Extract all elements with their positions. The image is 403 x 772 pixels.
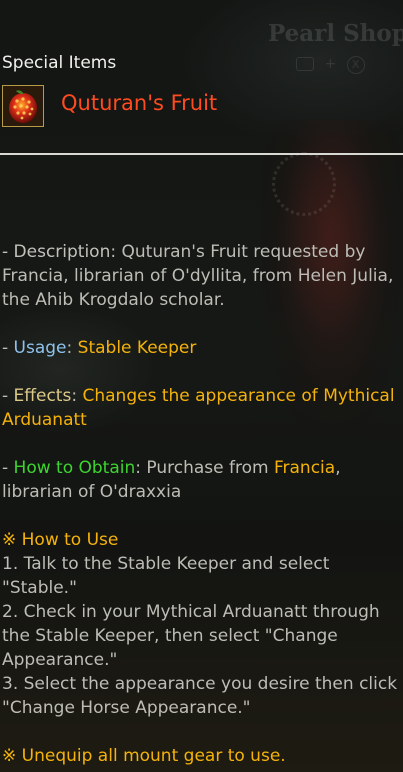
unequip-warning: ※ Unequip all mount gear to use. xyxy=(2,746,286,766)
header-divider xyxy=(0,153,403,155)
how-to-use-step: 1. Talk to the Stable Keeper and select … xyxy=(2,554,330,598)
fruit-graphic xyxy=(9,90,37,123)
effects-line: - Effects: Changes the appearance of Myt… xyxy=(2,384,400,432)
effects-sep: : xyxy=(71,386,83,406)
how-to-use-title: ※ How to Use xyxy=(2,530,119,550)
item-category: Special Items xyxy=(2,53,117,73)
tooltip-body: - Description: Quturan's Fruit requested… xyxy=(2,240,400,768)
description-line: - Description: Quturan's Fruit requested… xyxy=(2,240,400,312)
how-to-use-step: 2. Check in your Mythical Arduanatt thro… xyxy=(2,602,380,670)
red-fruit-icon xyxy=(2,85,44,127)
obtain-label: How to Obtain xyxy=(13,458,136,478)
effects-label: Effects xyxy=(13,386,72,406)
obtain-line: - How to Obtain: Purchase from Francia, … xyxy=(2,456,400,504)
description-label: - Description xyxy=(2,242,111,262)
obtain-text-before: Purchase from xyxy=(146,458,274,478)
how-to-use-step: 3. Select the appearance you desire then… xyxy=(2,674,398,718)
usage-prefix: - xyxy=(2,338,14,358)
usage-line: - Usage: Stable Keeper xyxy=(2,336,400,360)
obtain-sep: : xyxy=(135,458,147,478)
usage-value: Stable Keeper xyxy=(77,338,197,358)
effects-prefix: - xyxy=(2,386,14,406)
description-sep: : xyxy=(110,242,122,262)
obtain-prefix: - xyxy=(2,458,14,478)
usage-label: Usage xyxy=(13,338,67,358)
obtain-npc: Francia xyxy=(273,458,336,478)
item-tooltip: Special Items Quturan's Fruit - Descript xyxy=(0,0,403,772)
usage-sep: : xyxy=(66,338,78,358)
item-name: Quturan's Fruit xyxy=(61,91,218,115)
